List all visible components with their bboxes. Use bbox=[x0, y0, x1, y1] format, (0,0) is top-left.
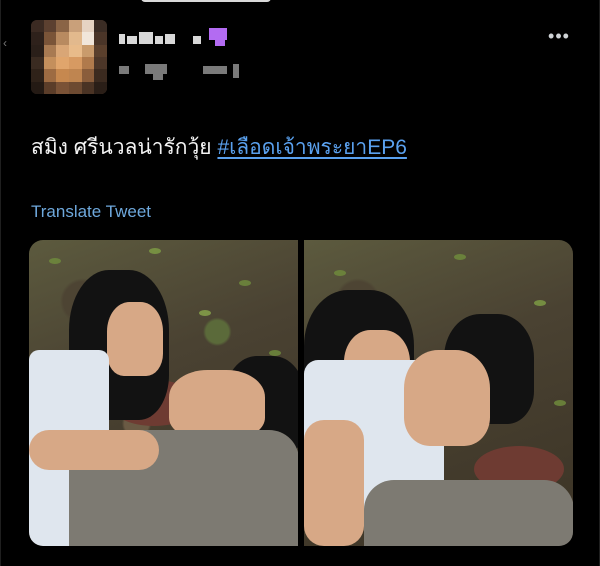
tweet-card: ‹ ••• สมิง ศรีนวลน่ารักวุ้ย #เลือดเจ้าพร… bbox=[0, 0, 600, 566]
translate-tweet-link[interactable]: Translate Tweet bbox=[31, 202, 151, 222]
media-photo-2[interactable] bbox=[304, 240, 573, 546]
tweet-body-text: สมิง ศรีนวลน่ารักวุ้ย bbox=[31, 136, 218, 159]
media-photo-1[interactable] bbox=[29, 240, 298, 546]
censored-username[interactable] bbox=[119, 28, 259, 88]
media-grid bbox=[29, 240, 573, 546]
avatar[interactable] bbox=[31, 20, 107, 94]
scroll-indicator bbox=[141, 0, 271, 2]
more-horizontal-icon[interactable]: ••• bbox=[547, 27, 571, 45]
tweet-text: สมิง ศรีนวลน่ารักวุ้ย #เลือดเจ้าพระยาEP6 bbox=[31, 133, 407, 163]
left-edge-marker: ‹ bbox=[3, 36, 7, 50]
hashtag-link[interactable]: #เลือดเจ้าพระยาEP6 bbox=[217, 136, 406, 159]
